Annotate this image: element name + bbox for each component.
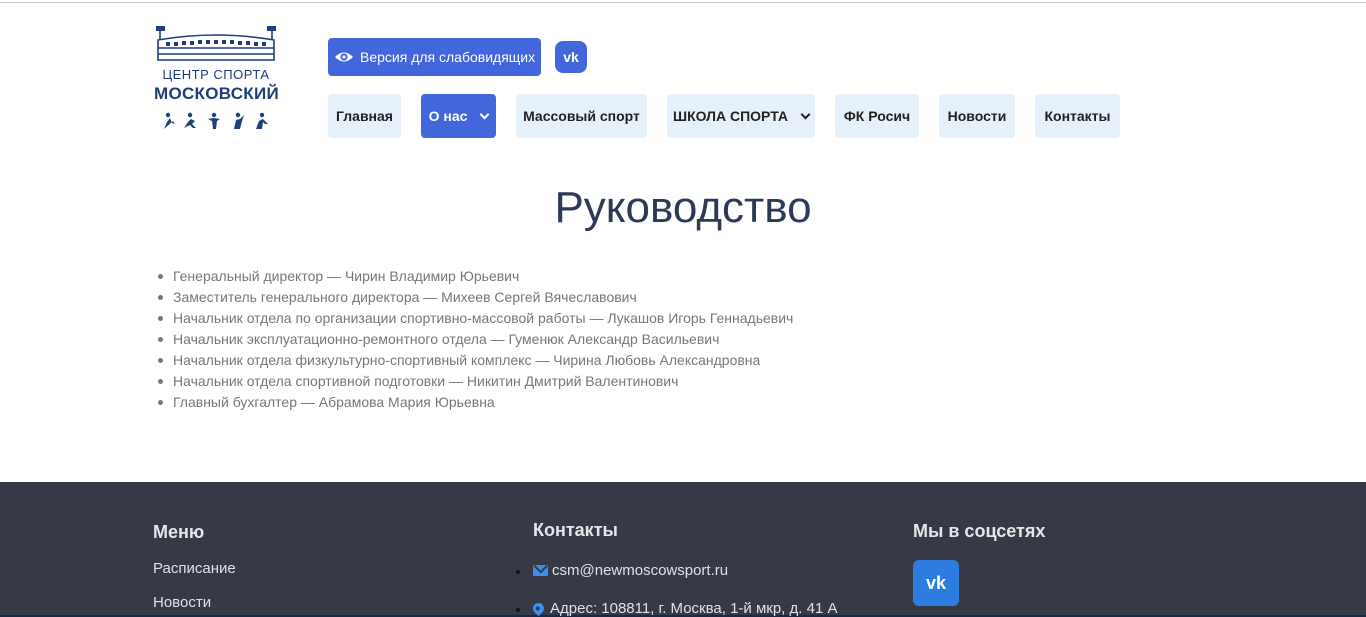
bullet: [516, 608, 520, 612]
list-item: Начальник эксплуатационно-ремонтного отд…: [157, 329, 793, 350]
chevron-down-icon: [800, 109, 811, 119]
stadium-icon: [156, 26, 276, 61]
envelope-icon: [533, 565, 548, 576]
logo-line-1: ЦЕНТР СПОРТА: [162, 67, 270, 82]
list-item: Заместитель генерального директора — Мих…: [157, 287, 793, 308]
leadership-list: Генеральный директор — Чирин Владимир Юр…: [157, 266, 793, 413]
nav-item-label: Массовый спорт: [523, 108, 640, 124]
nav-item-mass-sport[interactable]: Массовый спорт: [516, 94, 647, 138]
footer-email[interactable]: csm@newmoscowsport.ru: [516, 562, 729, 579]
bullet: [516, 570, 520, 574]
site-logo[interactable]: ЦЕНТР СПОРТА МОСКОВСКИЙ: [154, 26, 279, 130]
logo-line-2: МОСКОВСКИЙ: [154, 84, 279, 103]
vk-icon: vk: [563, 49, 579, 65]
footer-link-news[interactable]: Новости: [153, 594, 211, 611]
footer-contacts-title: Контакты: [533, 520, 618, 540]
nav-item-sport-school[interactable]: ШКОЛА СПОРТА: [667, 94, 815, 138]
top-border: [0, 0, 1366, 3]
nav-item-label: Главная: [336, 108, 393, 124]
low-vision-version-button[interactable]: Версия для слабовидящих: [328, 38, 541, 76]
nav-item-about[interactable]: О нас: [421, 94, 496, 138]
footer-link-schedule[interactable]: Расписание: [153, 560, 236, 577]
page-title: Руководство: [554, 183, 812, 232]
map-marker-icon: [530, 600, 547, 617]
nav-item-label: ШКОЛА СПОРТА: [673, 108, 788, 124]
nav-item-label: Контакты: [1044, 108, 1111, 124]
nav-item-label: Новости: [947, 108, 1007, 124]
list-item: Начальник отдела по организации спортивн…: [157, 308, 793, 329]
site-footer: Меню Расписание Новости Контакты csm@new…: [0, 482, 1366, 617]
footer-address-text: Адрес: 108811, г. Москва, 1-й мкр, д. 41…: [550, 600, 838, 617]
nav-item-news[interactable]: Новости: [939, 94, 1015, 138]
athletes-icon: [164, 112, 268, 129]
list-item: Главный бухгалтер — Абрамова Мария Юрьев…: [157, 392, 793, 413]
low-vision-version-label: Версия для слабовидящих: [360, 49, 536, 65]
chevron-down-icon: [479, 109, 490, 119]
nav-item-home[interactable]: Главная: [328, 94, 401, 138]
eye-icon: [335, 52, 353, 62]
footer-social-title: Мы в соцсетях: [913, 521, 1046, 541]
footer-email-text: csm@newmoscowsport.ru: [552, 562, 729, 579]
list-item: Начальник отдела физкультурно-спортивный…: [157, 350, 793, 371]
nav-item-contacts[interactable]: Контакты: [1035, 94, 1120, 138]
nav-item-label: ФК Росич: [843, 108, 911, 124]
list-item: Начальник отдела спортивной подготовки —…: [157, 371, 793, 392]
footer-vk-button[interactable]: vk: [913, 560, 959, 606]
list-item: Генеральный директор — Чирин Владимир Юр…: [157, 266, 793, 287]
footer-address: Адрес: 108811, г. Москва, 1-й мкр, д. 41…: [516, 600, 838, 617]
vk-button[interactable]: vk: [555, 41, 587, 73]
footer-menu-title: Меню: [153, 522, 205, 542]
vk-icon: vk: [925, 572, 947, 593]
nav-item-fc-rosich[interactable]: ФК Росич: [835, 94, 919, 138]
nav-item-label: О нас: [428, 108, 468, 124]
